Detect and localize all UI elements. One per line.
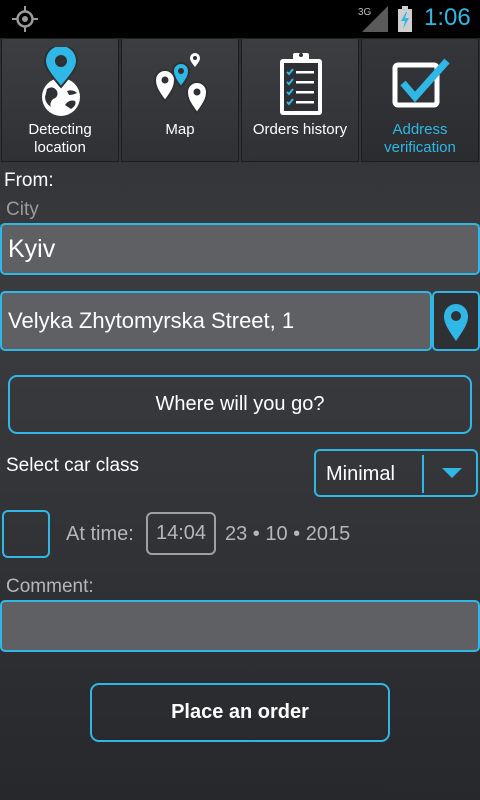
place-order-label: Place an order xyxy=(171,701,309,723)
tab-bar: Detecting location Map Orders history Ad… xyxy=(0,38,480,164)
map-pins-icon xyxy=(153,53,209,115)
destination-button-label: Where will you go? xyxy=(155,393,325,415)
location-pin-icon xyxy=(444,304,468,341)
car-class-value: Minimal xyxy=(326,463,395,485)
battery-charging-icon xyxy=(398,6,412,32)
time-picker[interactable]: 14:04 xyxy=(146,512,216,555)
locate-address-button[interactable] xyxy=(432,291,480,351)
city-value: Kyiv xyxy=(8,234,56,263)
globe-pin-icon xyxy=(42,47,80,116)
checkbox-check-icon xyxy=(392,58,450,108)
network-type-label: 3G xyxy=(358,7,372,18)
tab-map[interactable]: Map xyxy=(121,38,239,162)
city-hint: City xyxy=(6,199,39,220)
tab-orders-history[interactable]: Orders history xyxy=(241,38,359,162)
tab-label: Map xyxy=(165,121,195,138)
scheduled-time-checkbox[interactable] xyxy=(2,510,50,558)
tab-label: Orders history xyxy=(252,121,348,138)
car-class-select[interactable]: Minimal xyxy=(314,449,478,497)
signal-icon: 3G xyxy=(358,6,388,32)
chevron-down-icon xyxy=(442,468,462,478)
street-input[interactable]: Velyka Zhytomyrska Street, 1 xyxy=(0,291,432,351)
clipboard-list-icon xyxy=(280,53,322,115)
place-order-button[interactable]: Place an order xyxy=(90,683,390,742)
comment-input[interactable] xyxy=(0,600,480,652)
status-clock: 1:06 xyxy=(424,4,471,31)
street-value: Velyka Zhytomyrska Street, 1 xyxy=(8,308,295,333)
tab-address-verification[interactable]: Address verification xyxy=(361,38,479,162)
tab-label: Detecting location xyxy=(28,121,92,156)
comment-label: Comment: xyxy=(6,576,94,597)
date-picker[interactable]: 23 • 10 • 2015 xyxy=(225,523,350,546)
at-time-label: At time: xyxy=(66,523,134,545)
tab-detecting-location[interactable]: Detecting location xyxy=(1,38,119,162)
status-bar: 3G 1:06 xyxy=(0,0,480,38)
city-input[interactable]: Kyiv xyxy=(0,223,480,275)
dropdown-divider xyxy=(422,455,424,493)
from-label: From: xyxy=(4,170,54,191)
car-class-label: Select car class xyxy=(6,455,140,476)
time-value: 14:04 xyxy=(155,522,207,544)
destination-button[interactable]: Where will you go? xyxy=(8,375,472,434)
tab-label: Address verification xyxy=(384,121,456,156)
gps-icon xyxy=(12,6,38,32)
